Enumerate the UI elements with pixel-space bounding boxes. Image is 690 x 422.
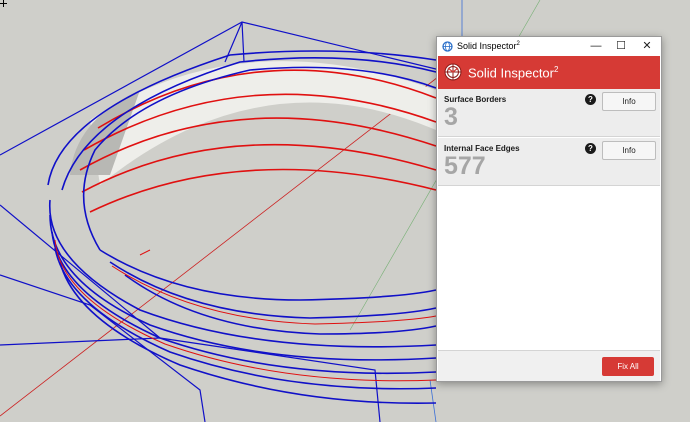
error-count: 577 xyxy=(444,152,486,180)
close-button[interactable]: ✕ xyxy=(636,37,658,56)
window-title: Solid Inspector2 xyxy=(457,41,520,51)
section-surface-borders: Surface Borders 3 ? Info xyxy=(438,89,660,137)
maximize-button[interactable]: ☐ xyxy=(610,37,632,56)
window-titlebar[interactable]: Solid Inspector2 — ☐ ✕ xyxy=(437,37,661,56)
inspector-globe-logo-icon xyxy=(444,63,462,81)
section-internal-face-edges: Internal Face Edges 577 ? Info xyxy=(438,138,660,186)
error-count: 3 xyxy=(444,103,458,131)
help-icon[interactable]: ? xyxy=(585,143,596,154)
app-globe-icon xyxy=(442,41,453,52)
panel-footer: Fix All xyxy=(438,350,660,381)
info-button[interactable]: Info xyxy=(602,92,656,111)
solid-inspector-window: Solid Inspector2 — ☐ ✕ Solid Inspector2 … xyxy=(436,36,662,382)
info-button[interactable]: Info xyxy=(602,141,656,160)
minimize-button[interactable]: — xyxy=(585,37,607,56)
help-icon[interactable]: ? xyxy=(585,94,596,105)
fix-all-button[interactable]: Fix All xyxy=(602,357,654,376)
results-area xyxy=(438,187,660,350)
panel-title: Solid Inspector2 xyxy=(468,65,559,81)
cursor-crosshair-icon xyxy=(0,0,7,7)
panel-header: Solid Inspector2 xyxy=(438,56,660,89)
